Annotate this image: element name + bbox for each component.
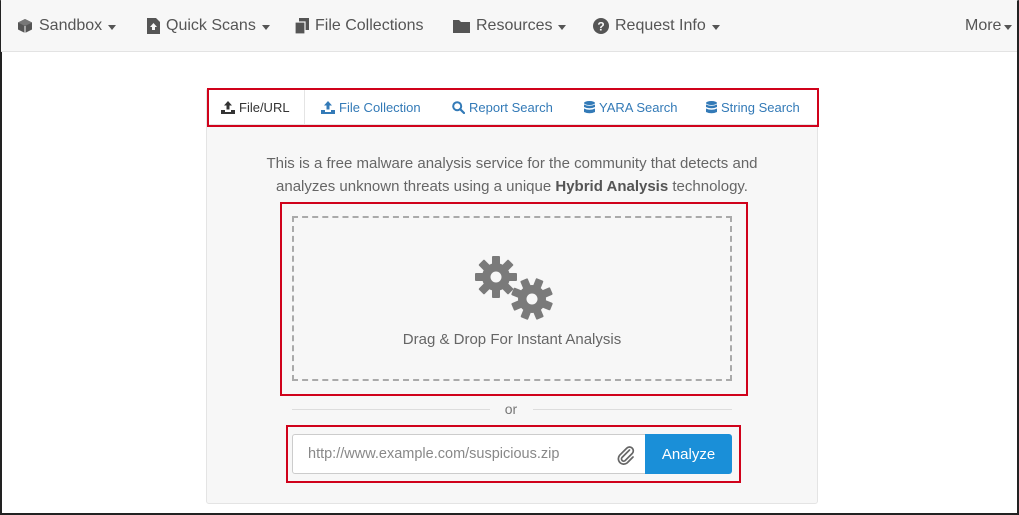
tab-report-search[interactable]: Report Search (452, 89, 553, 125)
analyze-button[interactable]: Analyze (645, 434, 732, 474)
nav-resources-label: Resources (476, 17, 553, 34)
gears-icon (475, 256, 553, 320)
tab-file-collection-label: File Collection (339, 99, 421, 115)
separator-line-right (533, 409, 732, 410)
nav-resources[interactable]: Resources (453, 0, 567, 52)
tab-file-collection[interactable]: File Collection (321, 89, 421, 125)
intro-line-2-prefix: analyzes unknown threats using a unique (276, 178, 556, 195)
nav-more-label: More (965, 17, 1002, 34)
intro-line-1: This is a free malware analysis service … (266, 155, 758, 172)
chevron-down-icon (261, 24, 270, 30)
tab-string-search[interactable]: String Search (706, 89, 800, 125)
upload-icon (321, 100, 335, 114)
nav-file-collections[interactable]: File Collections (295, 0, 423, 52)
file-upload-icon (147, 18, 160, 34)
paperclip-icon[interactable] (616, 445, 636, 465)
top-navbar: Sandbox Quick Scans File Collections Res… (1, 0, 1017, 52)
nav-request-info[interactable]: ? Request Info (593, 0, 720, 52)
nav-request-info-label: Request Info (615, 17, 706, 34)
nav-quick-scans[interactable]: Quick Scans (147, 0, 270, 52)
chevron-down-icon (711, 24, 720, 30)
tab-report-search-label: Report Search (469, 99, 553, 115)
url-input[interactable] (292, 434, 647, 474)
intro-text: This is a free malware analysis service … (206, 152, 818, 198)
tab-yara-search[interactable]: YARA Search (584, 89, 678, 125)
database-icon (584, 100, 595, 113)
chevron-down-icon (108, 24, 117, 30)
nav-sandbox-label: Sandbox (39, 17, 103, 34)
chevron-down-icon (558, 24, 567, 30)
tab-file-url-label: File/URL (239, 99, 290, 115)
nav-file-collections-label: File Collections (315, 17, 424, 34)
intro-line-2: analyzes unknown threats using a unique … (206, 175, 818, 198)
chevron-down-icon (1004, 24, 1013, 30)
nav-quick-scans-label: Quick Scans (166, 17, 256, 34)
file-dropzone[interactable]: Drag & Drop For Instant Analysis (292, 216, 732, 381)
separator-line-left (292, 409, 490, 410)
search-icon (452, 100, 465, 114)
files-icon (295, 18, 309, 34)
database-icon (706, 100, 717, 113)
tab-file-url[interactable]: File/URL (221, 89, 305, 125)
separator-or: or (504, 401, 518, 417)
nav-sandbox[interactable]: Sandbox (17, 0, 117, 52)
tab-yara-search-label: YARA Search (599, 99, 678, 115)
folder-icon (453, 20, 470, 33)
submission-tabs: File/URL File Collection Report Search Y… (208, 89, 817, 125)
intro-line-2-suffix: technology. (668, 178, 748, 195)
tab-string-search-label: String Search (721, 99, 800, 115)
question-circle-icon: ? (593, 18, 609, 34)
upload-icon (221, 100, 235, 114)
svg-text:?: ? (597, 20, 604, 34)
cube-icon (18, 19, 32, 33)
dropzone-label: Drag & Drop For Instant Analysis (402, 331, 622, 348)
intro-brand: Hybrid Analysis (555, 178, 669, 195)
nav-more[interactable]: More (965, 0, 1013, 52)
